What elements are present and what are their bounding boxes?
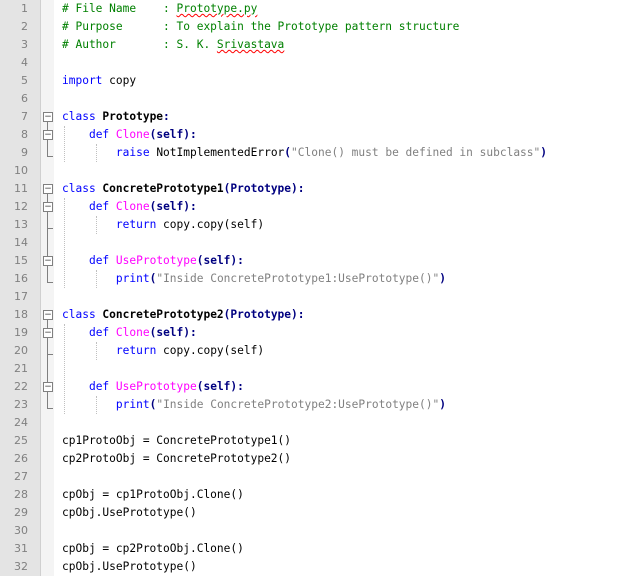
- fold-margin: [41, 0, 54, 576]
- code-line-32[interactable]: cpObj.UsePrototype(): [62, 558, 197, 576]
- line-number: 6: [21, 92, 28, 105]
- line-number: 4: [21, 56, 28, 69]
- line-number: 9: [21, 146, 28, 159]
- line-number: 22: [14, 380, 28, 393]
- code-line-7[interactable]: class Prototype:: [62, 108, 170, 126]
- fold-toggle-icon[interactable]: −: [43, 112, 53, 122]
- line-number: 13: [14, 218, 28, 231]
- code-line-3[interactable]: # Author : S. K. Srivastava: [62, 36, 284, 54]
- line-number: 21: [14, 362, 28, 375]
- code-line-22[interactable]: def UsePrototype(self):: [62, 378, 244, 396]
- fold-toggle-icon[interactable]: −: [43, 328, 53, 338]
- line-number: 27: [14, 470, 28, 483]
- fold-end: [47, 228, 53, 229]
- code-line-11[interactable]: class ConcretePrototype1(Prototype):: [62, 180, 305, 198]
- code-line-1[interactable]: # File Name : Prototype.py: [62, 0, 257, 18]
- line-number: 19: [14, 326, 28, 339]
- line-number: 3: [21, 38, 28, 51]
- fold-toggle-icon[interactable]: −: [43, 130, 53, 140]
- code-line-29[interactable]: cpObj.UsePrototype(): [62, 504, 197, 522]
- code-line-13[interactable]: return copy.copy(self): [62, 216, 264, 234]
- fold-toggle-icon[interactable]: −: [43, 310, 53, 320]
- code-line-12[interactable]: def Clone(self):: [62, 198, 197, 216]
- fold-toggle-icon[interactable]: −: [43, 382, 53, 392]
- line-number: 30: [14, 524, 28, 537]
- fold-end: [47, 282, 53, 283]
- code-line-26[interactable]: cp2ProtoObj = ConcretePrototype2(): [62, 450, 291, 468]
- line-number: 5: [21, 74, 28, 87]
- fold-end: [47, 354, 53, 355]
- line-number: 29: [14, 506, 28, 519]
- line-number: 25: [14, 434, 28, 447]
- code-line-28[interactable]: cpObj = cp1ProtoObj.Clone(): [62, 486, 244, 504]
- fold-toggle-icon[interactable]: −: [43, 256, 53, 266]
- line-number: 17: [14, 290, 28, 303]
- line-number: 16: [14, 272, 28, 285]
- line-number: 26: [14, 452, 28, 465]
- code-line-31[interactable]: cpObj = cp2ProtoObj.Clone(): [62, 540, 244, 558]
- fold-toggle-icon[interactable]: −: [43, 202, 53, 212]
- code-line-16[interactable]: print("Inside ConcretePrototype1:UseProt…: [62, 270, 446, 288]
- code-line-9[interactable]: raise NotImplementedError("Clone() must …: [62, 144, 547, 162]
- fold-end: [47, 408, 53, 409]
- line-number: 32: [14, 560, 28, 573]
- code-line-20[interactable]: return copy.copy(self): [62, 342, 264, 360]
- line-number: 15: [14, 254, 28, 267]
- code-line-18[interactable]: class ConcretePrototype2(Prototype):: [62, 306, 305, 324]
- line-number: 23: [14, 398, 28, 411]
- line-number: 18: [14, 308, 28, 321]
- code-line-5[interactable]: import copy: [62, 72, 136, 90]
- fold-end: [47, 156, 53, 157]
- code-line-2[interactable]: # Purpose : To explain the Prototype pat…: [62, 18, 459, 36]
- line-number: 7: [21, 110, 28, 123]
- code-editor[interactable]: 1 2 3 4 5 6 7 8 9 10 11 12 13 14 15 16 17 18 19 20 21 22 23 24 2…: [0, 0, 636, 576]
- code-line-25[interactable]: cp1ProtoObj = ConcretePrototype1(): [62, 432, 291, 450]
- line-number: 2: [21, 20, 28, 33]
- line-number: 31: [14, 542, 28, 555]
- code-line-19[interactable]: def Clone(self):: [62, 324, 197, 342]
- line-number: 14: [14, 236, 28, 249]
- line-number: 10: [14, 164, 28, 177]
- fold-toggle-icon[interactable]: −: [43, 184, 53, 194]
- line-number: 24: [14, 416, 28, 429]
- line-number: 12: [14, 200, 28, 213]
- line-number: 20: [14, 344, 28, 357]
- code-line-15[interactable]: def UsePrototype(self):: [62, 252, 244, 270]
- code-line-8[interactable]: def Clone(self):: [62, 126, 197, 144]
- code-line-23[interactable]: print("Inside ConcretePrototype2:UseProt…: [62, 396, 446, 414]
- line-number: 11: [14, 182, 28, 195]
- line-number: 1: [21, 2, 28, 15]
- line-number: 28: [14, 488, 28, 501]
- line-number: 8: [21, 128, 28, 141]
